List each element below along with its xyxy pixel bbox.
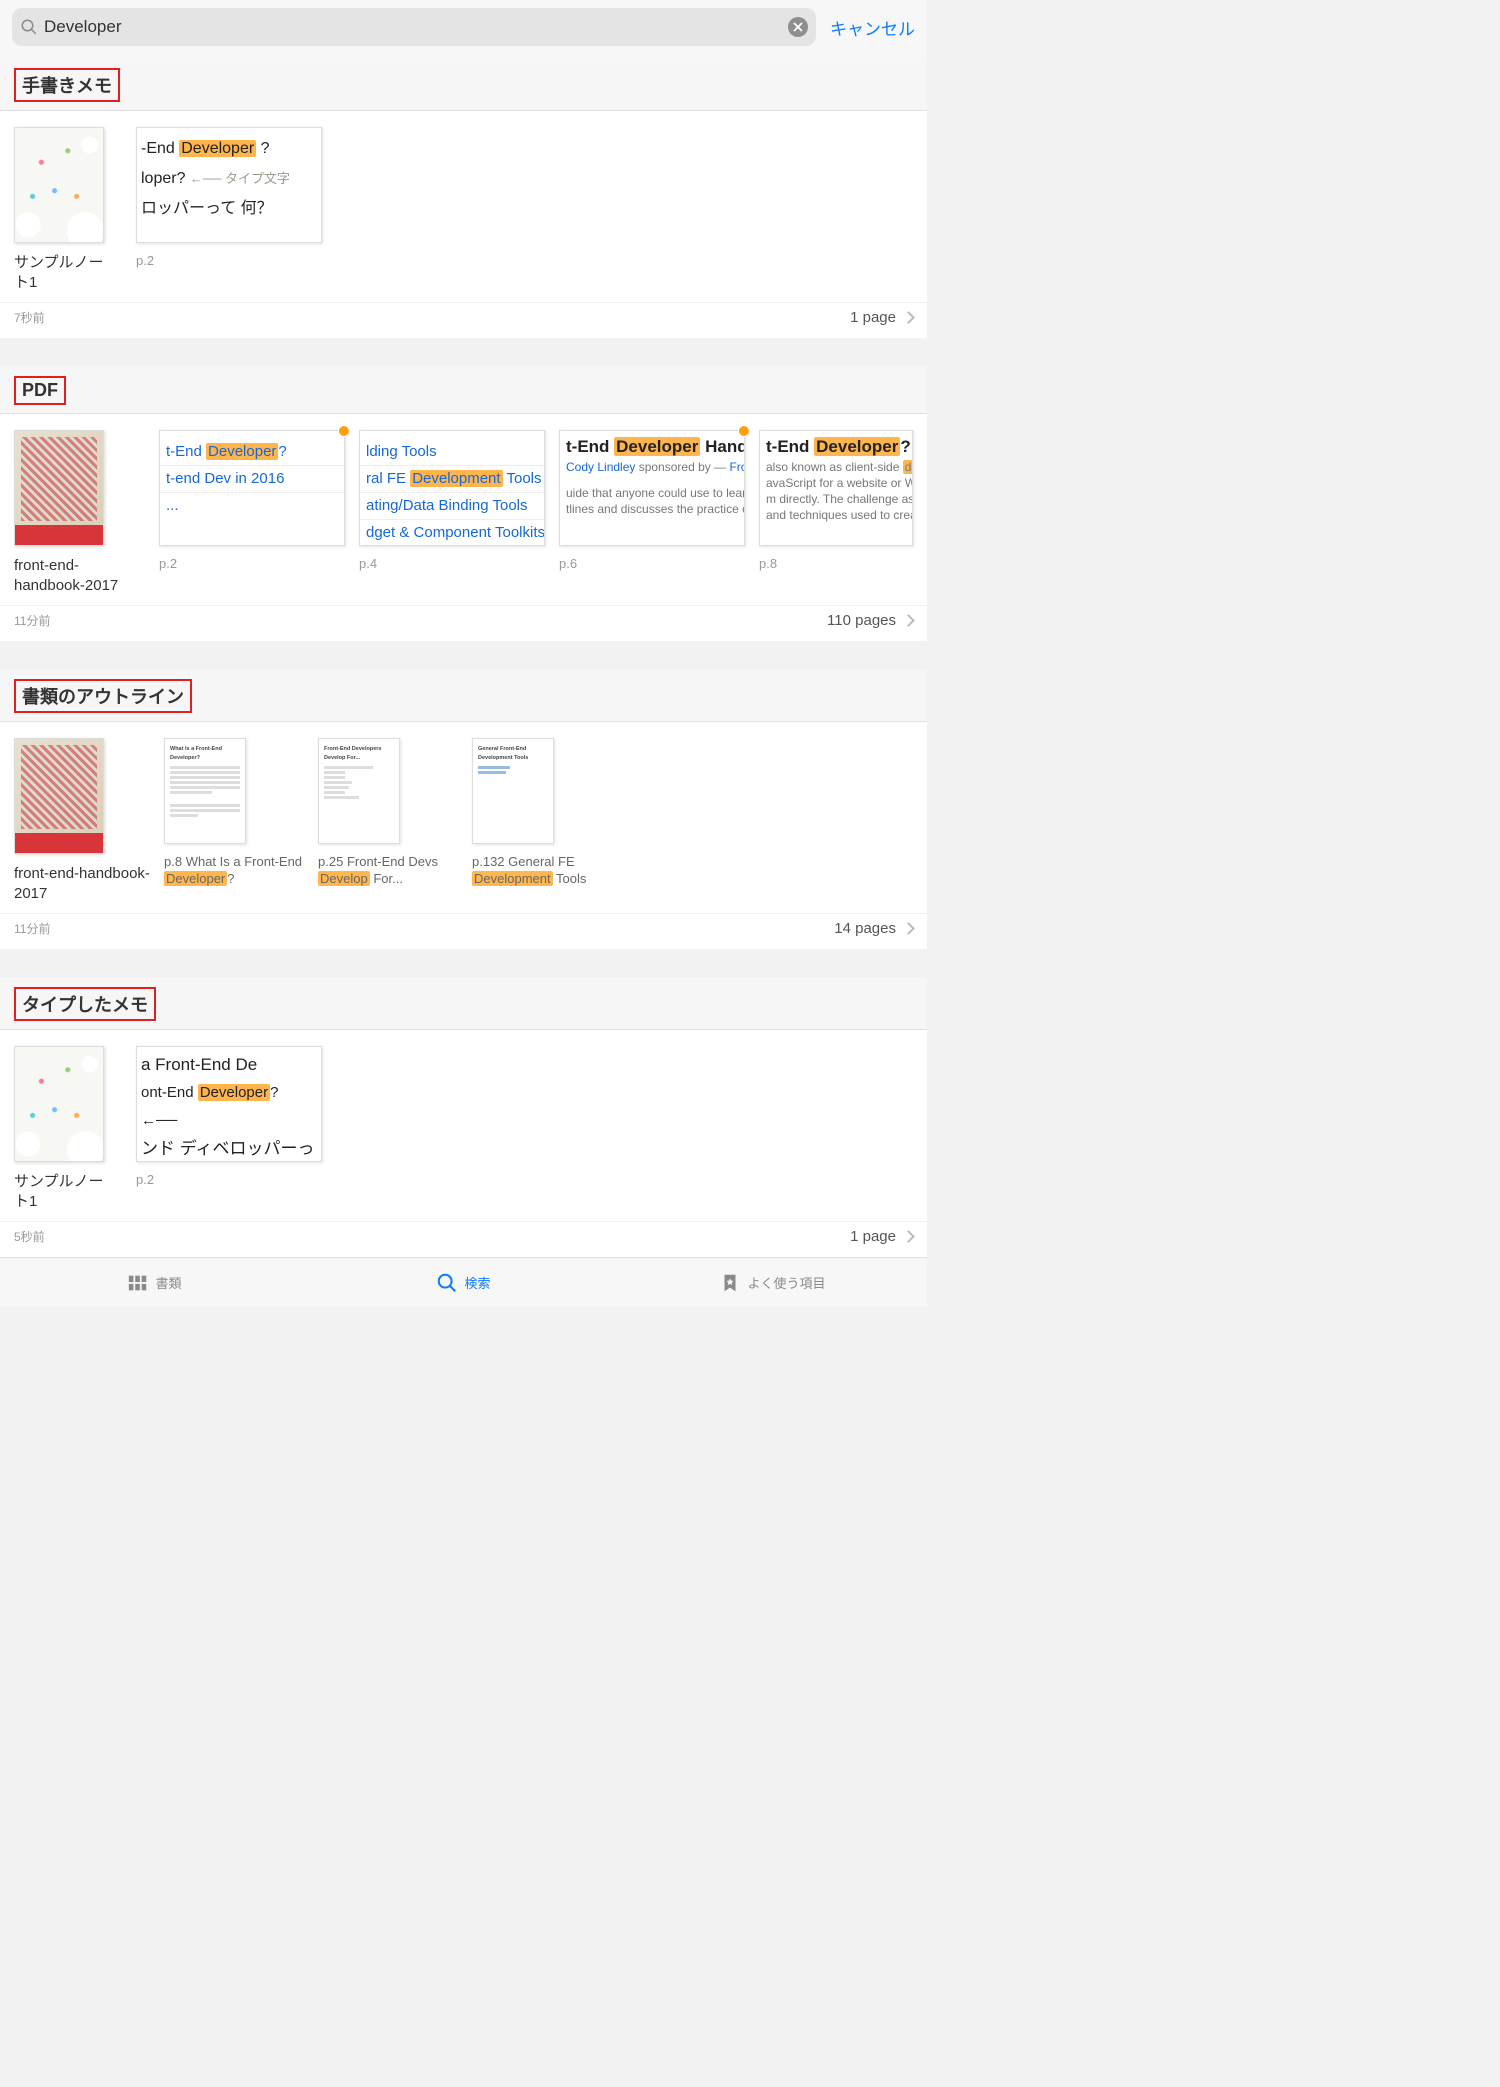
section-label: PDF [14,376,66,405]
page-count: 1 page [850,309,896,326]
tab-documents[interactable]: 書類 [0,1258,309,1307]
result-snippet[interactable]: General Front-End Development Tools p.13… [472,738,612,888]
section-footer[interactable]: 5秒前 1 page [0,1221,927,1257]
result-snippet[interactable]: t-End Developer? also known as client-si… [759,430,913,571]
result-snippet[interactable]: -End Developer ? loper? ←── タイプ文字 ロッパーって… [136,127,322,268]
snippet-preview: What Is a Front-End Developer? [164,738,246,844]
snippet-page: p.2 [159,556,345,571]
grid-icon [127,1272,149,1294]
pdf-thumbnail [14,738,104,854]
snippet-preview: General Front-End Development Tools [472,738,554,844]
search-input[interactable] [44,17,788,37]
snippet-preview: Front-End Developers Develop For... [318,738,400,844]
search-bar: キャンセル [0,0,927,58]
page-count: 1 page [850,1228,896,1245]
note-thumbnail [14,127,104,243]
item-time: 11分前 [14,612,50,629]
result-snippet[interactable]: t-End Developer? t-end Dev in 2016 ... p… [159,430,345,571]
tab-bar: 書類 検索 よく使う項目 [0,1257,927,1307]
tab-label: 書類 [155,1273,181,1292]
section-footer[interactable]: 11分前 110 pages [0,605,927,641]
cancel-button[interactable]: キャンセル [830,15,915,40]
snippet-caption: p.8 What Is a Front-End Developer? [164,854,304,888]
snippet-page: p.2 [136,253,322,268]
badge-dot-icon [738,425,750,437]
section-header-outline: 書類のアウトライン [0,669,927,722]
item-time: 5秒前 [14,1228,45,1245]
section-header-pdf: PDF [0,366,927,414]
snippet-caption: p.132 General FE Development Tools [472,854,612,888]
snippet-preview: -End Developer ? loper? ←── タイプ文字 ロッパーって… [136,127,322,243]
result-snippet[interactable]: lding Tools ral FE Development Tools ati… [359,430,545,571]
result-item[interactable]: サンプルノート1 [14,127,104,292]
badge-dot-icon [338,425,350,437]
chevron-right-icon [902,614,915,627]
note-thumbnail [14,1046,104,1162]
section-label: タイプしたメモ [14,987,156,1021]
result-snippet[interactable]: What Is a Front-End Developer? p.8 What … [164,738,304,888]
note-title: サンプルノート1 [14,1172,104,1211]
snippet-preview: lding Tools ral FE Development Tools ati… [359,430,545,546]
clear-search-button[interactable] [788,17,808,37]
search-icon [436,1272,458,1294]
section-footer[interactable]: 11分前 14 pages [0,913,927,949]
result-item[interactable]: サンプルノート1 [14,1046,104,1211]
result-snippet[interactable]: a Front-End De ont-End Developer? ←── ンド… [136,1046,322,1187]
snippet-preview: t-End Developer? also known as client-si… [759,430,913,546]
snippet-page: p.2 [136,1172,322,1187]
tab-label: 検索 [464,1273,490,1292]
tab-favorites[interactable]: よく使う項目 [618,1258,927,1307]
snippet-page: p.6 [559,556,745,571]
page-count: 110 pages [827,612,896,629]
item-time: 11分前 [14,920,50,937]
section-label: 手書きメモ [14,68,120,102]
star-bookmark-icon [719,1272,741,1294]
tab-label: よく使う項目 [747,1273,825,1292]
close-icon [793,22,803,32]
result-item[interactable]: front-end-handbook-2017 [14,738,150,903]
page-count: 14 pages [834,920,896,937]
snippet-preview: t-End Developer Hand Cody Lindley sponso… [559,430,745,546]
snippet-caption: p.25 Front-End Devs Develop For... [318,854,458,888]
chevron-right-icon [902,922,915,935]
search-field[interactable] [12,8,816,46]
tab-search[interactable]: 検索 [309,1258,618,1307]
result-snippet[interactable]: Front-End Developers Develop For... p.25… [318,738,458,888]
snippet-preview: a Front-End De ont-End Developer? ←── ンド… [136,1046,322,1162]
snippet-preview: t-End Developer? t-end Dev in 2016 ... [159,430,345,546]
snippet-page: p.4 [359,556,545,571]
section-header-handwritten: 手書きメモ [0,58,927,111]
chevron-right-icon [902,311,915,324]
result-item[interactable]: front-end-handbook-2017 [14,430,145,595]
section-footer[interactable]: 7秒前 1 page [0,302,927,338]
chevron-right-icon [902,1230,915,1243]
pdf-title: front-end-handbook-2017 [14,864,150,903]
pdf-title: front-end-handbook-2017 [14,556,145,595]
result-snippet[interactable]: t-End Developer Hand Cody Lindley sponso… [559,430,745,571]
snippet-page: p.8 [759,556,913,571]
note-title: サンプルノート1 [14,253,104,292]
search-icon [20,18,38,36]
section-label: 書類のアウトライン [14,679,192,713]
pdf-thumbnail [14,430,104,546]
section-header-typed: タイプしたメモ [0,977,927,1030]
item-time: 7秒前 [14,309,45,326]
